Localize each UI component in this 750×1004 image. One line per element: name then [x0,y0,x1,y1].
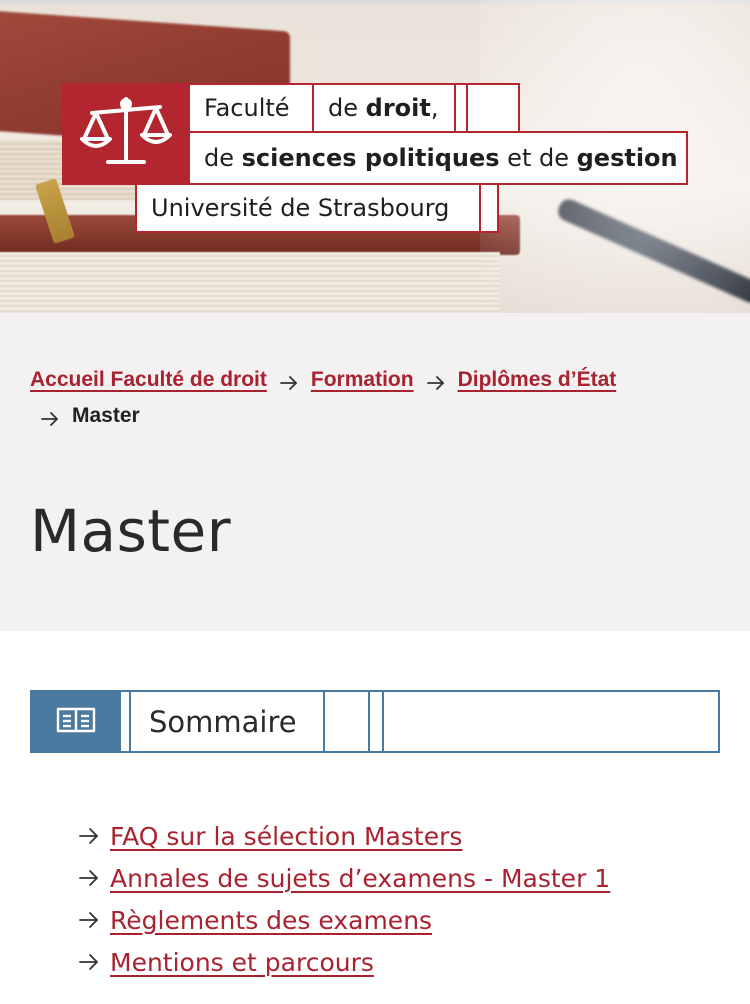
breadcrumb-link-diplomes[interactable]: Diplômes d’État [458,368,617,392]
summary-link-reglements[interactable]: Règlements des examens [110,906,432,935]
arrow-right-icon [78,869,100,887]
breadcrumb-line: Master [30,401,730,431]
list-item: Mentions et parcours [78,941,610,983]
breadcrumb-link-formation[interactable]: Formation [311,368,414,392]
breadcrumb-line: Accueil Faculté de droit Formation Diplô… [30,365,730,395]
summary-heading: Sommaire [129,690,325,753]
logo-text-sciences: de sciences politiques et de gestion [188,131,688,185]
breadcrumb-current: Master [72,404,140,427]
page-title: Master [30,497,232,565]
logo-comma: , [430,94,439,122]
summary-link-mentions[interactable]: Mentions et parcours [110,948,374,977]
page-header: Accueil Faculté de droit Formation Diplô… [0,313,750,631]
logo-university-name: Université de Strasbourg [151,194,450,222]
logo-word-droit: droit [365,94,431,122]
logo-word-faculte: Faculté [204,94,290,122]
breadcrumb: Accueil Faculté de droit Formation Diplô… [30,365,730,431]
logo-word-et-de: et de [499,144,577,172]
arrow-right-icon [279,372,299,390]
arrow-right-icon [78,911,100,929]
logo-word-gestion: gestion [576,144,678,172]
list-item: FAQ sur la sélection Masters [78,815,610,857]
arrow-right-icon [426,372,446,390]
summary-link-faq[interactable]: FAQ sur la sélection Masters [110,822,462,851]
summary-spacer-box [323,690,370,753]
logo-spacer-box [479,183,499,233]
summary-link-annales[interactable]: Annales de sujets d’examens - Master 1 [110,864,610,893]
logo-icon-block [62,83,190,185]
arrow-right-icon [40,408,60,426]
open-book-icon [56,706,96,738]
list-item: Annales de sujets d’examens - Master 1 [78,857,610,899]
logo-text-droit: de droit, [312,83,456,133]
hero-book-second-pages [0,252,500,313]
summary-list: FAQ sur la sélection Masters Annales de … [78,815,610,983]
logo-word-sciences-politiques: sciences politiques [241,144,500,172]
logo-spacer-box [466,83,520,133]
summary-heading-label: Sommaire [149,704,297,739]
logo-text-university: Université de Strasbourg [135,183,481,233]
summary-spacer-box [382,690,720,753]
breadcrumb-link-home[interactable]: Accueil Faculté de droit [30,368,267,392]
list-item: Règlements des examens [78,899,610,941]
logo-word-de: de [204,144,242,172]
logo-word-de: de [328,94,366,122]
arrow-right-icon [78,827,100,845]
logo-text-faculte: Faculté [188,83,314,133]
arrow-right-icon [78,953,100,971]
scales-of-justice-icon [80,95,172,173]
summary-icon-block [30,690,121,753]
